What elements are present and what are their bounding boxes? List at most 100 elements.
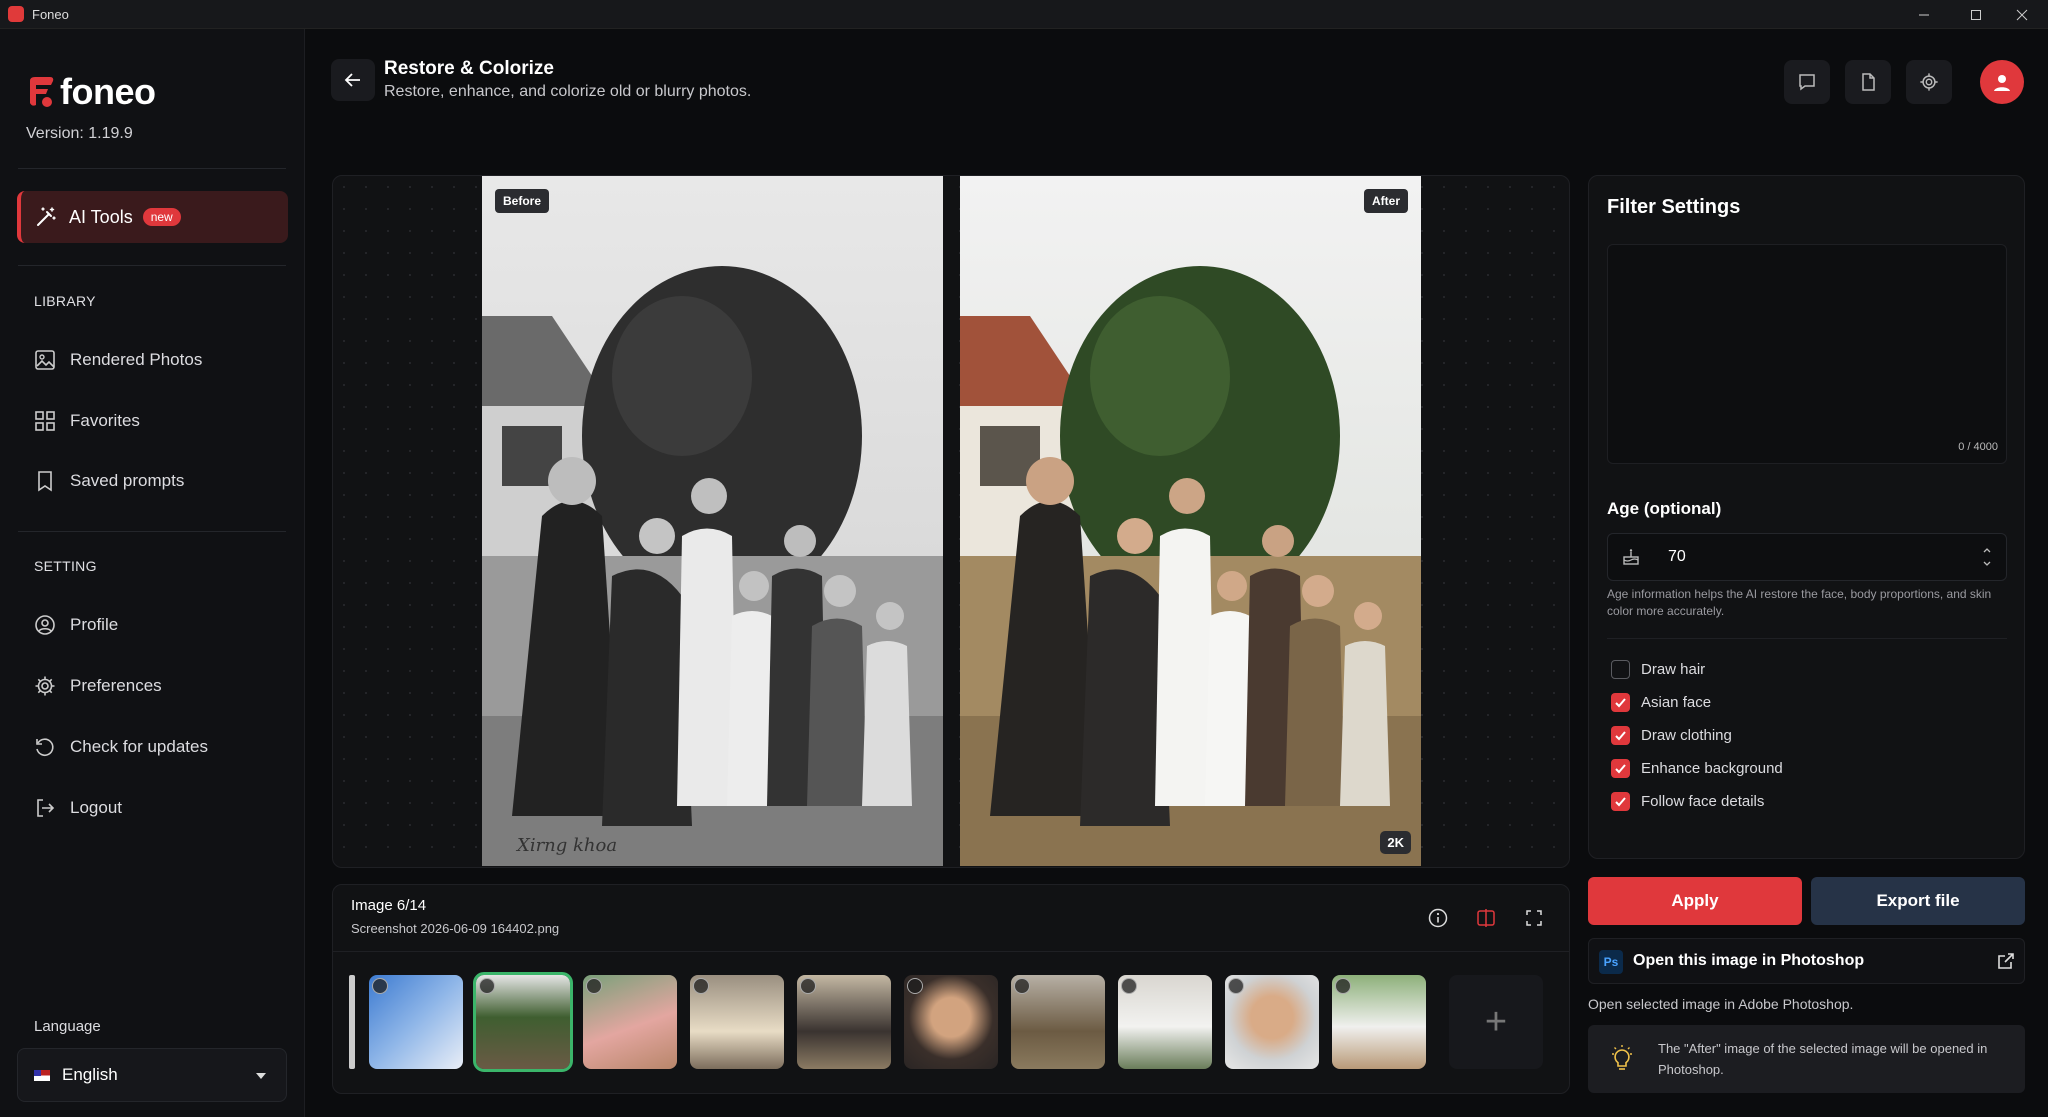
thumbnail[interactable] [797, 975, 891, 1069]
edit-icon [479, 978, 495, 994]
checkbox-label: Draw clothing [1641, 727, 1732, 744]
after-tag: After [1363, 189, 1408, 213]
photoshop-note-text: The "After" image of the selected image … [1658, 1041, 1988, 1077]
edit-icon [907, 978, 923, 994]
page-subtitle: Restore, enhance, and colorize old or bl… [384, 83, 752, 100]
chevron-down-icon [256, 1073, 266, 1079]
sidebar-item-label: Check for updates [70, 737, 208, 756]
us-flag-icon [34, 1069, 50, 1081]
app-icon [8, 6, 24, 22]
user-avatar-button[interactable] [1980, 60, 2024, 104]
age-field[interactable]: 70 [1607, 533, 2007, 581]
close-button[interactable] [1996, 0, 2048, 29]
user-icon [1994, 75, 2010, 91]
thumbnail[interactable] [1332, 975, 1426, 1069]
age-label: Age (optional) [1607, 499, 1722, 518]
new-badge: new [142, 208, 181, 226]
library-section-header: LIBRARY [34, 293, 96, 309]
info-icon [1428, 908, 1448, 928]
language-select[interactable]: English [17, 1048, 287, 1102]
thumbnail[interactable] [1118, 975, 1212, 1069]
resolution-badge: 2K [1380, 831, 1411, 854]
age-value: 70 [1668, 548, 1686, 565]
lightbulb-icon [1612, 1045, 1632, 1070]
window-title: Foneo [32, 6, 69, 22]
sidebar-item-label: Profile [70, 615, 119, 634]
export-file-button[interactable]: Export file [1811, 877, 2025, 925]
back-button[interactable] [331, 59, 375, 101]
foneo-logo: foneo [26, 71, 156, 113]
sidebar-item-profile[interactable]: Profile [34, 614, 118, 636]
prompt-textarea[interactable]: 0 / 4000 [1607, 244, 2007, 464]
draw-hair-checkbox[interactable]: Draw hair [1611, 660, 1705, 679]
before-tag: Before [495, 189, 550, 213]
logo-text: foneo [60, 71, 156, 112]
checkbox-checked-icon [1611, 726, 1630, 745]
setting-section-header: SETTING [34, 558, 97, 574]
edit-icon [1121, 978, 1137, 994]
sidebar-item-label: Logout [70, 798, 122, 817]
thumbnail[interactable] [1011, 975, 1105, 1069]
thumbnail-partial[interactable] [349, 975, 355, 1069]
draw-clothing-checkbox[interactable]: Draw clothing [1611, 726, 1732, 745]
add-image-button[interactable]: + [1449, 975, 1543, 1069]
open-in-photoshop-button[interactable]: Ps Open this image in Photoshop [1588, 938, 2025, 984]
sidebar-item-saved-prompts[interactable]: Saved prompts [34, 470, 184, 492]
logout-icon [37, 799, 55, 817]
cake-icon [1623, 549, 1639, 565]
maximize-icon [1971, 9, 1981, 20]
sidebar-item-ai-tools[interactable]: AI Tools new [17, 191, 288, 243]
thumbnail[interactable] [904, 975, 998, 1069]
sidebar-item-rendered-photos[interactable]: Rendered Photos [34, 349, 202, 371]
compare-toggle-button[interactable] [1473, 905, 1499, 931]
thumbnail[interactable] [690, 975, 784, 1069]
fullscreen-button[interactable] [1521, 905, 1547, 931]
refresh-icon [36, 738, 54, 756]
filter-settings-panel: Filter Settings 0 / 4000 Age (optional) … [1588, 175, 2025, 859]
asian-face-checkbox[interactable]: Asian face [1611, 693, 1711, 712]
stepper-icon[interactable] [1982, 545, 1992, 569]
apply-button[interactable]: Apply [1588, 877, 1802, 925]
checkbox-checked-icon [1611, 792, 1630, 811]
after-photo [960, 176, 1421, 866]
sidebar-item-logout[interactable]: Logout [34, 797, 122, 819]
settings-button[interactable] [1906, 60, 1952, 104]
sidebar-item-label: Preferences [70, 676, 162, 695]
thumbnail[interactable] [1225, 975, 1319, 1069]
follow-face-details-checkbox[interactable]: Follow face details [1611, 792, 1764, 811]
edit-icon [693, 978, 709, 994]
edit-icon [1014, 978, 1030, 994]
language-label: Language [34, 1018, 101, 1035]
edit-icon [1335, 978, 1351, 994]
close-icon [2016, 9, 2028, 20]
magic-wand-icon [37, 207, 56, 226]
sidebar-item-favorites[interactable]: Favorites [34, 410, 140, 432]
window-titlebar: Foneo [0, 0, 2048, 29]
enhance-background-checkbox[interactable]: Enhance background [1611, 759, 1783, 778]
thumbnail[interactable] [583, 975, 677, 1069]
before-image[interactable]: Xirng khoa Before [482, 176, 943, 866]
thumbnail-selected[interactable] [473, 972, 573, 1072]
app-version: Version: 1.19.9 [26, 125, 133, 142]
sidebar-item-check-for-updates[interactable]: Check for updates [34, 736, 208, 758]
edit-icon [800, 978, 816, 994]
message-icon [1799, 74, 1815, 91]
after-image[interactable]: After 2K [960, 176, 1421, 866]
checkbox-unchecked-icon [1611, 660, 1630, 679]
sidebar-item-preferences[interactable]: Preferences [34, 675, 162, 697]
split-view-icon [1477, 909, 1495, 927]
info-button[interactable] [1425, 905, 1451, 931]
feedback-button[interactable] [1784, 60, 1830, 104]
divider [333, 951, 1569, 952]
photoshop-description: Open selected image in Adobe Photoshop. [1588, 996, 1854, 1012]
divider [1607, 638, 2007, 639]
document-button[interactable] [1845, 60, 1891, 104]
checkbox-label: Asian face [1641, 694, 1712, 711]
user-circle-icon [35, 615, 55, 635]
thumbnail[interactable] [369, 975, 463, 1069]
maximize-button[interactable] [1950, 0, 2002, 29]
image-index: Image 6/14 [351, 897, 427, 914]
divider [18, 265, 286, 266]
divider [18, 531, 286, 532]
minimize-button[interactable] [1898, 0, 1950, 29]
